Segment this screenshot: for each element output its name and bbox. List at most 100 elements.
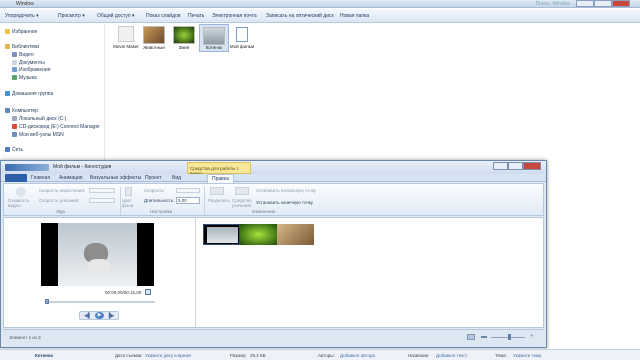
network-icon xyxy=(5,147,10,152)
status-bar: Элемент 1 из 3 + xyxy=(3,329,544,344)
fullscreen-icon[interactable] xyxy=(145,289,151,295)
speed-label: Скорость: xyxy=(144,188,165,193)
video-icon xyxy=(12,52,17,57)
storyboard-view-icon[interactable] xyxy=(467,334,475,340)
nav-computer[interactable]: Компьютер xyxy=(5,108,38,114)
playback-controls: ◀▌ ▶ ▐▶ xyxy=(79,311,119,320)
tab-view[interactable]: Вид xyxy=(172,175,181,181)
zoom-in-icon[interactable]: + xyxy=(530,334,536,340)
date-value[interactable]: Укажите дату и время xyxy=(145,353,191,358)
nav-item-documents[interactable]: Документы xyxy=(12,60,45,66)
clip-kitten[interactable] xyxy=(203,224,240,245)
next-frame-icon[interactable]: ▐▶ xyxy=(107,313,114,319)
music-icon xyxy=(12,75,17,80)
movie-project-icon[interactable] xyxy=(236,27,248,42)
duration-input[interactable]: 5,00 xyxy=(176,197,200,204)
split-icon xyxy=(210,187,224,195)
status-text: Элемент 1 из 3 xyxy=(9,335,41,340)
size-value: 29,2 КБ xyxy=(250,353,266,358)
close-button[interactable] xyxy=(523,162,541,170)
movie-maker-file[interactable] xyxy=(118,26,134,42)
star-icon xyxy=(5,29,10,34)
storyboard[interactable] xyxy=(203,224,314,245)
trim-tool-button[interactable]: Средство усечения xyxy=(232,198,254,208)
title-value[interactable]: Добавьте текст xyxy=(436,353,468,358)
close-button[interactable] xyxy=(612,0,630,7)
clip-animals[interactable] xyxy=(277,224,314,245)
video-preview[interactable] xyxy=(41,223,154,286)
document-icon xyxy=(12,60,17,65)
nav-item-music[interactable]: Музыка xyxy=(12,75,37,81)
window-title: Window xyxy=(16,1,34,7)
print-button[interactable]: Печать xyxy=(188,13,204,19)
background-color-button[interactable]: Цвет фона xyxy=(122,198,136,208)
set-start-point-button[interactable]: Установить начальную точку xyxy=(256,188,316,193)
video-tools-context: Средства для работы с видео xyxy=(187,162,251,176)
tab-project[interactable]: Проект xyxy=(145,175,161,181)
ribbon: Громкость видео Скорость нарастания: Ско… xyxy=(3,183,544,216)
web-icon xyxy=(12,132,17,137)
quick-access-toolbar[interactable] xyxy=(5,164,49,171)
maximize-button[interactable] xyxy=(594,0,612,7)
seek-bar[interactable] xyxy=(45,301,155,303)
seek-thumb[interactable] xyxy=(45,299,49,304)
picture-icon xyxy=(12,67,17,72)
ribbon-tabs: Главная Анимация Визуальные эффекты Прое… xyxy=(1,174,546,183)
library-icon xyxy=(5,44,10,49)
slideshow-button[interactable]: Показ слайдов xyxy=(146,13,180,19)
nav-msn-sites[interactable]: Мои веб-узлы MSN xyxy=(12,132,64,138)
speed-select[interactable] xyxy=(176,188,200,193)
video-volume-button[interactable]: Громкость видео xyxy=(8,198,34,208)
preview-time: 00:00,00/00:15,00 xyxy=(105,290,142,295)
file-menu-button[interactable] xyxy=(5,174,27,182)
play-icon[interactable]: ▶ xyxy=(95,312,104,319)
group-label: Настройка xyxy=(150,209,173,214)
zoom-thumb[interactable] xyxy=(508,334,511,340)
zoom-out-icon[interactable] xyxy=(481,336,487,338)
email-button[interactable]: Электронная почта xyxy=(212,13,257,19)
share-button[interactable]: Общий доступ ▾ xyxy=(97,13,135,19)
nav-homegroup[interactable]: Домашняя группа xyxy=(5,91,53,97)
maximize-button[interactable] xyxy=(508,162,523,170)
tab-animation[interactable]: Анимация xyxy=(59,175,82,181)
nav-drive-e[interactable]: CD-дисковод (E:) Connect Manager xyxy=(12,124,100,130)
file-label: Котенок xyxy=(205,45,223,50)
explorer-toolbar: Упорядочить ▾ Просмотр ▾ Общий доступ ▾ … xyxy=(0,9,640,23)
view-button[interactable]: Просмотр ▾ xyxy=(58,13,85,19)
subject-value[interactable]: Укажите тему xyxy=(513,353,541,358)
minimize-button[interactable] xyxy=(493,162,508,170)
pane-splitter[interactable] xyxy=(195,218,196,327)
new-folder-button[interactable]: Новая папка xyxy=(340,13,369,19)
split-button[interactable]: Разделить xyxy=(208,198,230,203)
clip-snake[interactable] xyxy=(240,224,277,245)
background-color-icon xyxy=(125,187,132,196)
fade-in-select[interactable] xyxy=(89,188,115,193)
organize-button[interactable]: Упорядочить ▾ xyxy=(5,13,39,19)
kitten-body xyxy=(88,259,110,273)
tab-edit[interactable]: Правка xyxy=(207,174,234,183)
nav-item-pictures[interactable]: Изображения xyxy=(12,67,50,73)
trim-icon xyxy=(235,187,249,195)
nav-favorites[interactable]: Избранное xyxy=(5,29,37,35)
nav-libraries[interactable]: Библиотеки xyxy=(5,44,39,50)
cd-icon xyxy=(12,124,17,129)
explorer-title-bar: Window Поиск: Window xyxy=(0,0,640,8)
computer-icon xyxy=(5,108,10,113)
authors-label: Авторы: xyxy=(318,353,335,358)
tab-home[interactable]: Главная xyxy=(31,175,50,181)
fade-out-select[interactable] xyxy=(89,198,115,203)
group-label: Изменение xyxy=(252,209,276,214)
clip-thumbnail xyxy=(207,227,238,243)
tab-visual-effects[interactable]: Визуальные эффекты xyxy=(90,175,141,181)
nav-drive-c[interactable]: Локальный диск (C:) xyxy=(12,116,66,122)
set-end-point-button[interactable]: Установить конечную точку xyxy=(256,200,313,205)
file-thumbnail[interactable] xyxy=(173,26,195,44)
search-input[interactable]: Поиск: Window xyxy=(536,1,570,7)
burn-button[interactable]: Записать на оптический диск xyxy=(266,13,334,19)
file-thumbnail[interactable] xyxy=(143,26,165,44)
nav-network[interactable]: Сеть xyxy=(5,147,23,153)
previous-frame-icon[interactable]: ◀▌ xyxy=(84,313,91,319)
nav-item-video[interactable]: Видео xyxy=(12,52,34,58)
authors-value[interactable]: Добавьте автора xyxy=(340,353,375,358)
minimize-button[interactable] xyxy=(576,0,594,7)
